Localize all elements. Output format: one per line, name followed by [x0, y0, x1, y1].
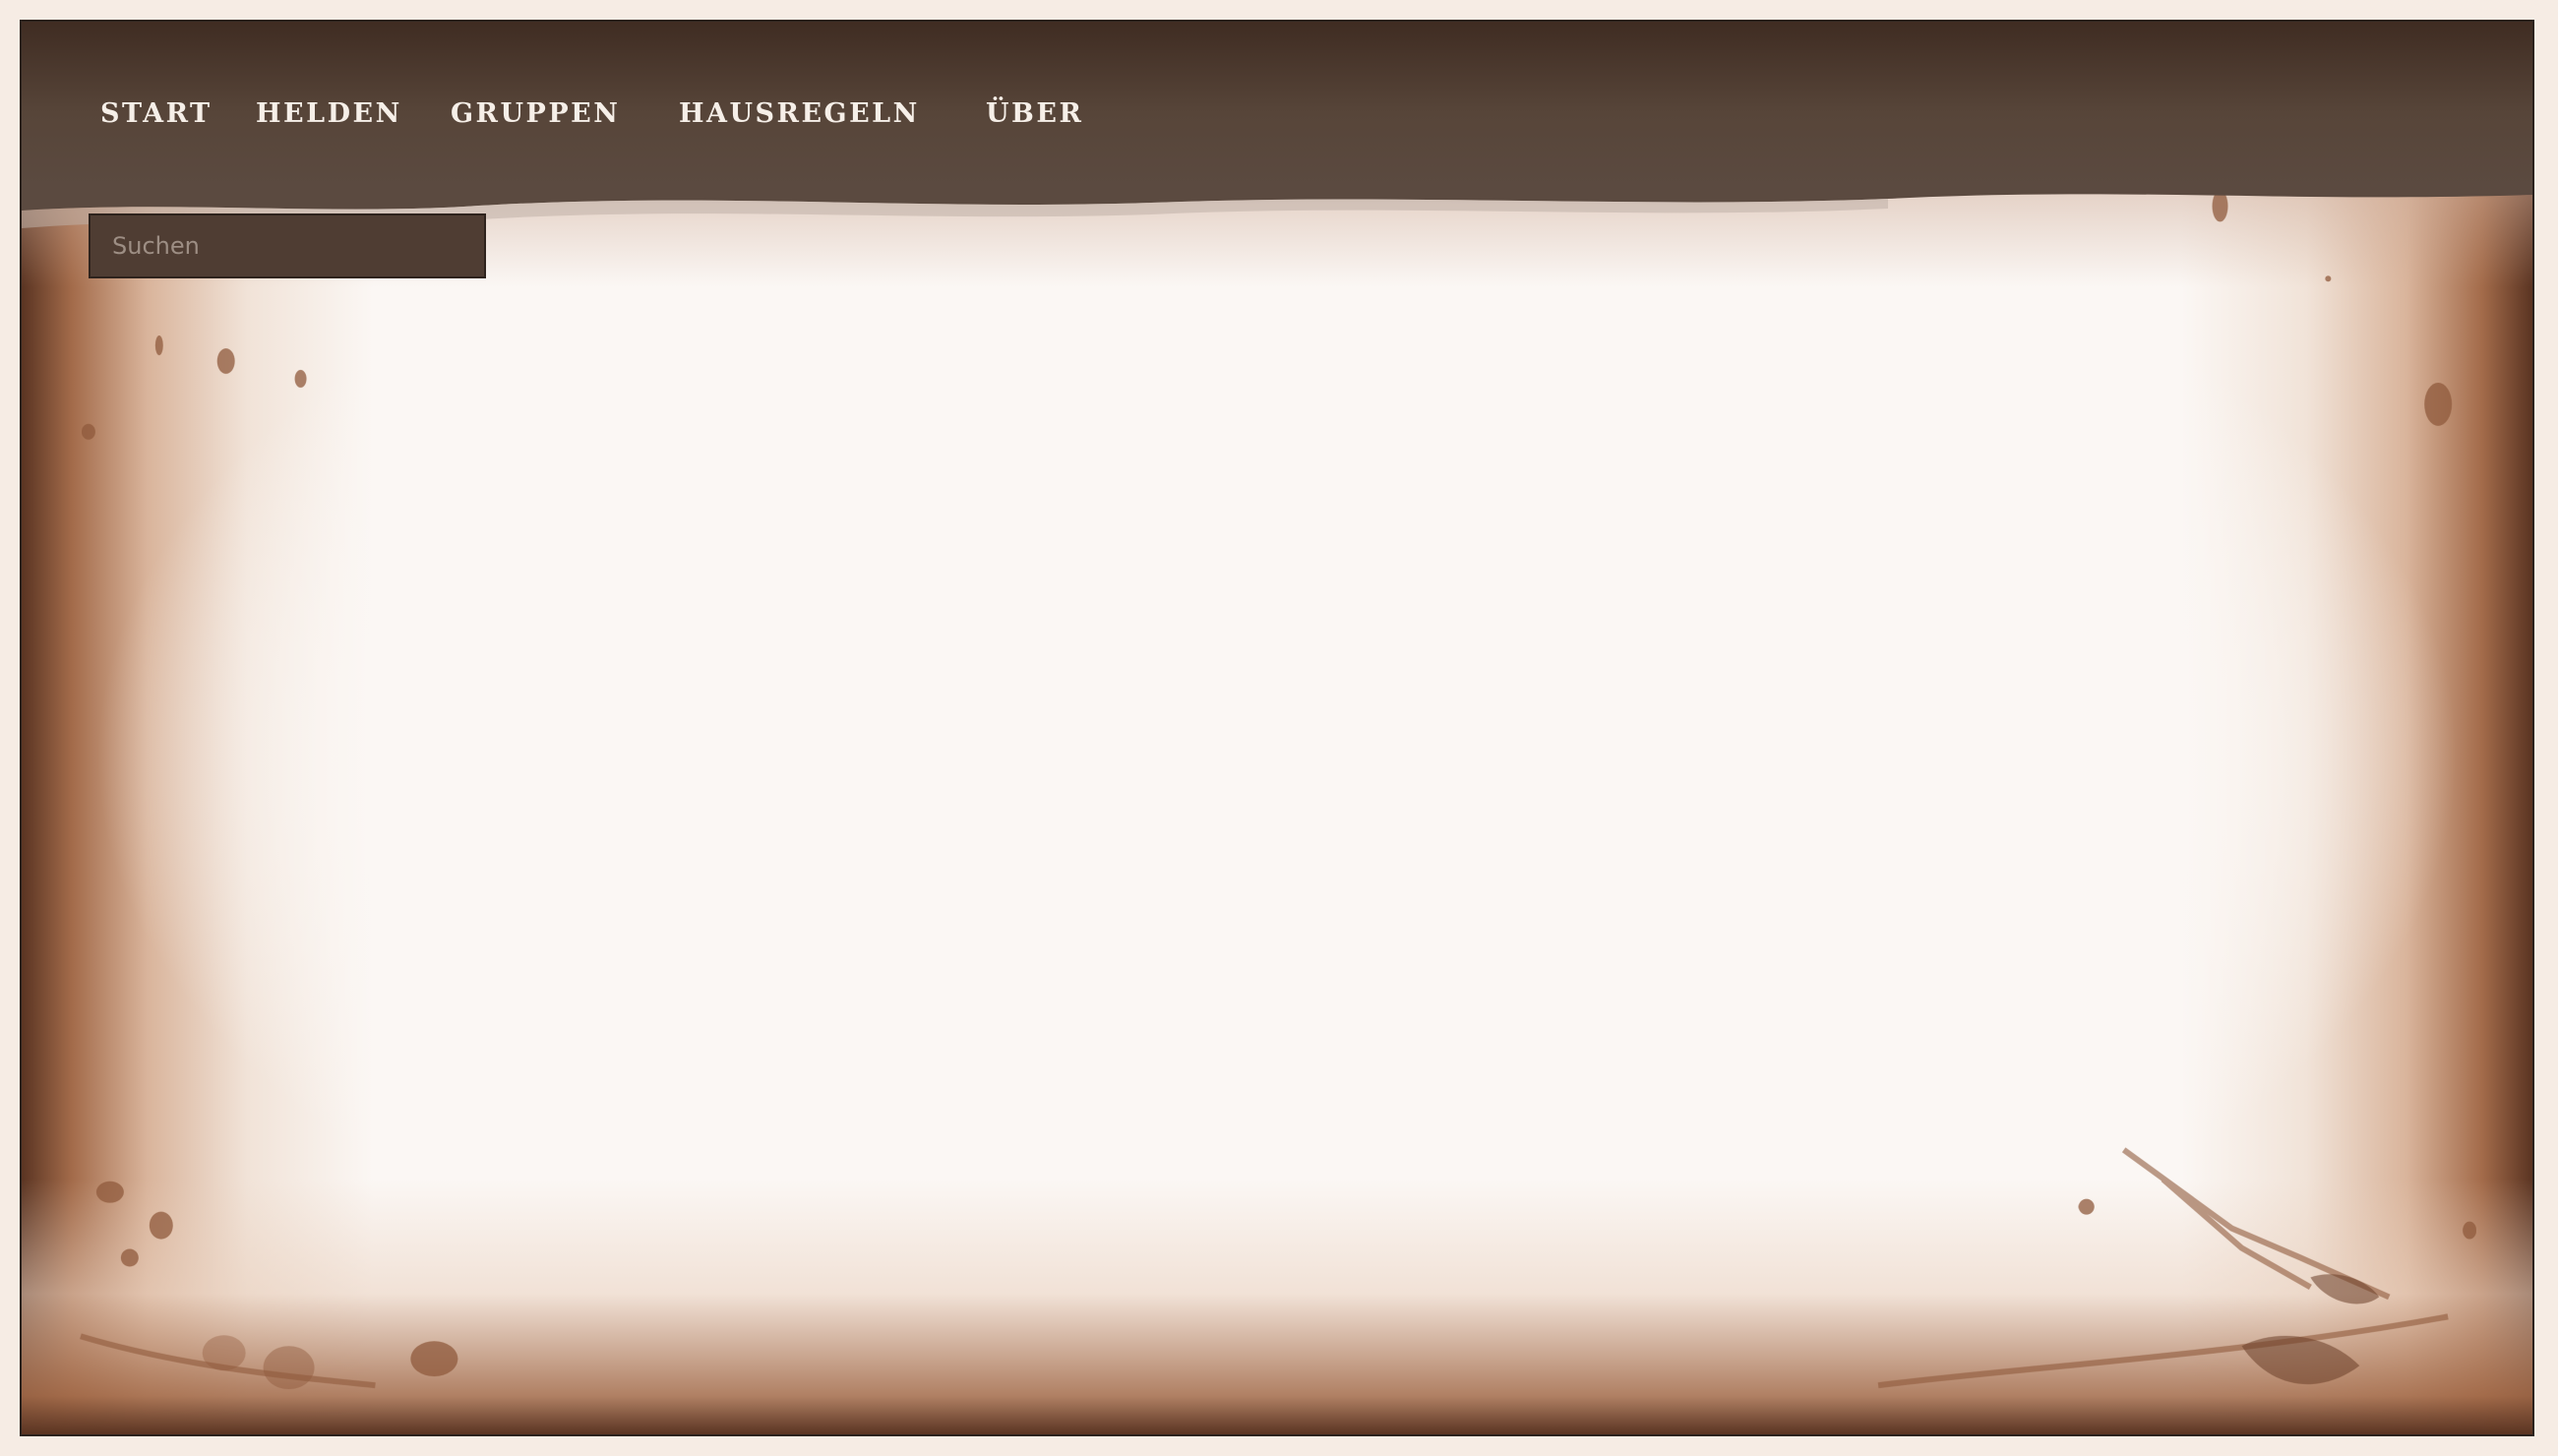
nav-item-ueber[interactable]: ÜBER — [986, 98, 1083, 129]
nav-item-gruppen[interactable]: GRUPPEN — [451, 98, 620, 129]
nav-item-start[interactable]: START — [100, 98, 213, 129]
page-frame: START HELDEN GRUPPEN HAUSREGELN ÜBER — [20, 20, 2534, 1436]
top-navigation-bar: START HELDEN GRUPPEN HAUSREGELN ÜBER — [22, 22, 2532, 187]
nav-item-helden[interactable]: HELDEN — [256, 98, 402, 129]
nav-item-hausregeln[interactable]: HAUSREGELN — [679, 98, 920, 129]
search-box — [89, 213, 486, 278]
search-input[interactable] — [89, 213, 486, 278]
